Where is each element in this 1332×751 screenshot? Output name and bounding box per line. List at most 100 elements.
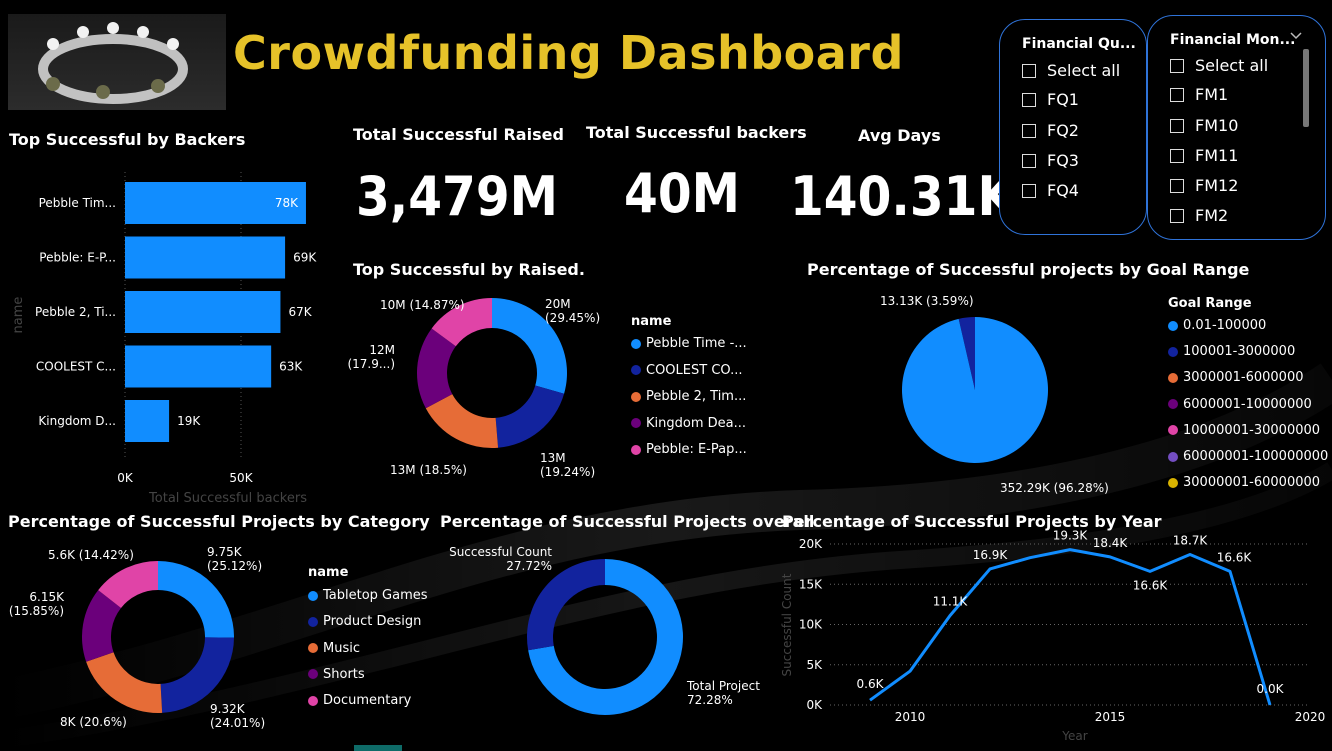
goal-legend-item[interactable]: 60000001-100000000: [1168, 449, 1328, 464]
people-circle-icon: [38, 22, 188, 104]
checkbox[interactable]: [1170, 148, 1184, 163]
goal-legend-item[interactable]: 6000001-10000000: [1168, 397, 1312, 412]
donut-slice[interactable]: [86, 652, 163, 713]
checkbox[interactable]: [1022, 63, 1036, 78]
goal-legend-item[interactable]: 10000001-30000000: [1168, 423, 1320, 438]
slicer-item-fm12[interactable]: FM12: [1170, 176, 1238, 195]
point-data-label: 19.3K: [1053, 530, 1089, 543]
category-legend-item[interactable]: Music: [308, 641, 360, 656]
bar[interactable]: [125, 345, 272, 388]
slicer-item-fm11[interactable]: FM11: [1170, 146, 1238, 165]
slice-data-label: 5.6K (14.42%): [48, 548, 134, 562]
checkbox[interactable]: [1170, 208, 1184, 223]
financial-month-slicer[interactable]: Financial Mon... Select all FM1 FM10 FM1…: [1147, 15, 1326, 240]
goal-legend-item[interactable]: 30000001-60000000: [1168, 475, 1320, 490]
goal-range-pie-chart: 13.13K (3.59%) 352.29K (96.28%): [880, 294, 1109, 495]
chevron-down-icon[interactable]: [1290, 32, 1302, 40]
financial-quarter-slicer[interactable]: Financial Qu... Select all FQ1 FQ2 FQ3 F…: [999, 19, 1147, 235]
slicer-item-fq3[interactable]: FQ3: [1022, 151, 1079, 170]
goal-range-chart-title: Percentage of Successful projects by Goa…: [807, 260, 1250, 279]
category-legend-item[interactable]: Documentary: [308, 693, 411, 708]
bar-value-label: 78K: [275, 196, 299, 210]
bar-value-label: 69K: [293, 251, 317, 265]
raised-legend-item[interactable]: Pebble: E-Pap...: [631, 442, 747, 457]
kpi-avgdays-label: Avg Days: [858, 126, 941, 145]
checkbox[interactable]: [1170, 87, 1184, 102]
slicer-item-fm1[interactable]: FM1: [1170, 85, 1228, 104]
checkbox[interactable]: [1170, 58, 1184, 73]
bar[interactable]: [125, 291, 281, 333]
checkbox[interactable]: [1170, 178, 1184, 193]
kpi-raised-value: 3,479M: [355, 165, 559, 228]
checkbox[interactable]: [1022, 153, 1036, 168]
slicer-item-fq1[interactable]: FQ1: [1022, 90, 1079, 109]
raised-legend-item[interactable]: Pebble Time -...: [631, 336, 747, 351]
slice-data-label: (19.24%): [540, 465, 595, 479]
slice-data-label: (29.45%): [545, 311, 600, 325]
legend-label: 10000001-30000000: [1183, 422, 1321, 438]
goal-legend-title: Goal Range: [1168, 296, 1252, 311]
x-tick-label: 2010: [895, 710, 926, 724]
kpi-avgdays-value: 140.31K: [790, 165, 1016, 228]
kpi-raised-label: Total Successful Raised: [353, 125, 564, 144]
goal-legend-item[interactable]: 0.01-100000: [1168, 318, 1266, 333]
legend-label: Pebble: E-Pap...: [646, 442, 747, 457]
series-line[interactable]: [869, 548, 1272, 706]
raised-legend-item[interactable]: Kingdom Dea...: [631, 416, 746, 431]
category-label: Pebble Tim...: [39, 196, 116, 210]
legend-label: Shorts: [323, 666, 365, 682]
slicer-scrollbar[interactable]: [1303, 49, 1309, 127]
raised-donut-chart: 20M(29.45%) 13M(19.24%) 13M (18.5%) 12M(17.…: [347, 297, 600, 479]
pie-slice[interactable]: [902, 317, 1048, 463]
y-tick-label: 15K: [799, 577, 823, 591]
y-tick-label: 0K: [806, 698, 823, 712]
point-data-label: 0.0K: [1257, 682, 1285, 696]
legend-color-marker: [308, 590, 318, 601]
x-tick-label: 0K: [117, 471, 134, 485]
year-line-chart: 0K 5K 10K 15K 20K 2010 2015 2020 Successful Coun…: [780, 530, 1325, 743]
year-chart-title: Percentage of Successful Projects by Yea…: [782, 512, 1162, 531]
slicer-title: Financial Qu...: [1022, 36, 1136, 52]
slice-data-label: 72.28%: [687, 693, 733, 707]
slice-data-label: 13M: [540, 451, 566, 465]
y-axis-title: Successful Count: [780, 573, 794, 676]
category-legend-item[interactable]: Shorts: [308, 667, 365, 682]
slice-data-label: (25.12%): [207, 559, 262, 573]
category-legend-item[interactable]: Tabletop Games: [308, 588, 428, 603]
slicer-item-fm2[interactable]: FM2: [1170, 206, 1228, 225]
category-label: COOLEST C...: [36, 360, 116, 374]
raised-legend-item[interactable]: COOLEST CO...: [631, 363, 743, 378]
bar[interactable]: [125, 236, 286, 279]
kpi-backers-value: 40M: [624, 162, 740, 225]
slicer-item-select-all[interactable]: Select all: [1170, 56, 1268, 75]
overall-donut-chart: Successful Count27.72% Total Project72.28…: [449, 545, 760, 715]
page-title: Crowdfunding Dashboard: [233, 26, 904, 80]
slicer-item-fm10[interactable]: FM10: [1170, 116, 1238, 135]
legend-label: Kingdom Dea...: [646, 415, 747, 431]
legend-label: Tabletop Games: [323, 588, 428, 603]
slicer-item-select-all[interactable]: Select all: [1022, 61, 1120, 80]
legend-label: 100001-3000000: [1183, 344, 1296, 360]
legend-color-marker: [1168, 399, 1178, 410]
checkbox[interactable]: [1170, 118, 1184, 133]
donut-slice[interactable]: [495, 385, 565, 448]
slicer-item-fq2[interactable]: FQ2: [1022, 121, 1079, 140]
bar-value-label: 19K: [177, 414, 201, 428]
legend-color-marker: [308, 643, 318, 654]
legend-color-marker: [631, 444, 641, 455]
checkbox[interactable]: [1022, 123, 1036, 138]
raised-chart-title: Top Successful by Raised.: [353, 260, 585, 279]
slicer-item-fq4[interactable]: FQ4: [1022, 181, 1079, 200]
x-tick-label: 50K: [229, 471, 253, 485]
bar-value-label: 63K: [279, 360, 303, 374]
goal-legend-item[interactable]: 100001-3000000: [1168, 344, 1295, 359]
goal-legend-item[interactable]: 3000001-6000000: [1168, 370, 1304, 385]
raised-legend-item[interactable]: Pebble 2, Tim...: [631, 389, 746, 404]
category-legend-item[interactable]: Product Design: [308, 614, 421, 629]
legend-color-marker: [1168, 320, 1178, 331]
checkbox[interactable]: [1022, 183, 1036, 198]
legend-label: 30000001-60000000: [1183, 475, 1321, 491]
slice-data-label: (15.85%): [9, 604, 64, 618]
checkbox[interactable]: [1022, 92, 1036, 107]
bar[interactable]: [125, 400, 170, 442]
